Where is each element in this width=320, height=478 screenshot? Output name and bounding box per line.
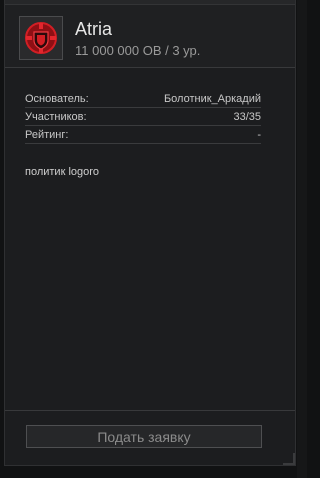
founder-value: Болотник_Аркадий [163, 92, 261, 105]
clan-emblem [19, 16, 63, 60]
clan-info-table: Основатель: Болотник_Аркадий Участников:… [25, 90, 261, 144]
members-value: 33/35 [233, 110, 261, 123]
info-row-rating: Рейтинг: - [25, 126, 261, 144]
clan-panel: Atria 11 000 000 ОВ / 3 ур. Основатель: … [4, 0, 296, 466]
window-right-edge [297, 0, 307, 478]
footer-divider [5, 410, 295, 411]
clan-description: политик logoro [25, 166, 100, 178]
clan-header: Atria 11 000 000 ОВ / 3 ур. [5, 5, 295, 68]
info-row-members: Участников: 33/35 [25, 108, 261, 126]
apply-button[interactable]: Подать заявку [26, 425, 262, 448]
rating-label: Рейтинг: [25, 128, 69, 141]
clan-score-level: 11 000 000 ОВ / 3 ур. [75, 43, 201, 58]
resize-corner [283, 453, 295, 465]
members-label: Участников: [25, 110, 87, 123]
founder-label: Основатель: [25, 92, 89, 105]
info-row-founder: Основатель: Болотник_Аркадий [25, 90, 261, 108]
rating-value: - [257, 128, 261, 141]
clan-shield-icon [25, 22, 57, 54]
clan-name: Atria [75, 19, 113, 39]
